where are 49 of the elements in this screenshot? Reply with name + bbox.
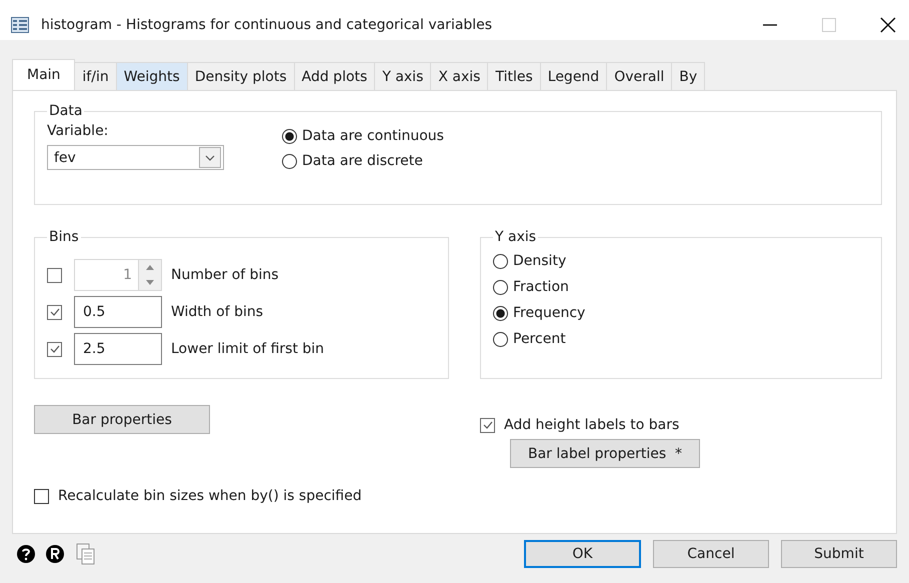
checkmark-icon <box>482 419 494 431</box>
up-arrow-icon[interactable] <box>146 265 154 270</box>
group-title: Data <box>48 103 84 119</box>
radio-label: Data are discrete <box>302 153 423 169</box>
window-icon <box>11 17 29 33</box>
radio-label: Data are continuous <box>302 128 444 144</box>
radio-button[interactable] <box>282 128 297 144</box>
dialog-button[interactable]: OK <box>524 540 641 568</box>
radio-label: Fraction <box>513 279 569 295</box>
reset-icon[interactable] <box>45 544 65 564</box>
field-label: Variable: <box>47 123 110 139</box>
checkbox[interactable] <box>480 418 495 432</box>
checkbox[interactable] <box>34 488 49 504</box>
radio-button[interactable] <box>493 254 508 268</box>
variable-dropdown[interactable]: fev <box>47 145 224 170</box>
radio-button[interactable] <box>493 280 508 294</box>
radio-button[interactable] <box>282 154 297 168</box>
checkbox-label: Add height labels to bars <box>504 417 680 433</box>
field-label: Width of bins <box>171 304 264 320</box>
checkmark-icon <box>48 306 60 318</box>
group-title: Y axis <box>494 229 538 245</box>
window-title: histogram - Histograms for continuous and categorical variables <box>41 17 492 33</box>
close-icon[interactable] <box>880 17 896 33</box>
tab[interactable]: Main <box>12 59 76 90</box>
dialog-button[interactable]: Cancel <box>653 540 769 568</box>
radio-label: Frequency <box>513 305 586 321</box>
radio-button[interactable] <box>493 332 508 346</box>
group-title: Bins <box>48 229 80 245</box>
checkbox[interactable] <box>47 342 62 356</box>
chevron-down-icon <box>205 154 215 160</box>
radio-label: Density <box>513 253 566 269</box>
checkbox[interactable] <box>47 268 62 282</box>
field-label: Lower limit of first bin <box>171 341 324 357</box>
field-label: Number of bins <box>171 267 279 283</box>
checkbox[interactable] <box>47 304 62 320</box>
tab[interactable]: By <box>671 62 706 90</box>
input-field[interactable]: 0.5 <box>74 296 162 328</box>
dialog-button[interactable]: Submit <box>781 540 897 568</box>
bar-properties-button[interactable]: Bar properties <box>34 405 210 434</box>
checkbox-label: Recalculate bin sizes when by() is specified <box>58 488 362 504</box>
checkmark-icon <box>48 343 60 355</box>
tab[interactable]: Weights <box>116 62 188 90</box>
input-field[interactable]: 2.5 <box>74 333 162 365</box>
spinner-field[interactable]: 1 <box>74 259 162 291</box>
down-arrow-icon[interactable] <box>146 280 154 285</box>
radio-label: Percent <box>513 331 566 347</box>
bar-label-properties-button[interactable]: Bar label properties * <box>510 439 700 468</box>
help-icon[interactable] <box>16 544 36 564</box>
radio-button[interactable] <box>493 306 508 320</box>
